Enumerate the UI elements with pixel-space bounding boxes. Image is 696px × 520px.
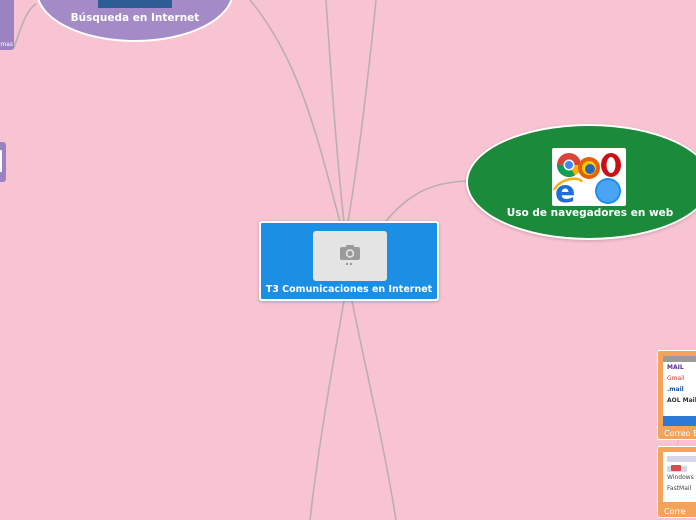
provider-line: Gmail <box>667 375 685 382</box>
connector-down-left <box>309 300 345 520</box>
connector-up-left <box>325 0 345 223</box>
connector-search <box>249 0 341 223</box>
opera-logo-icon <box>601 153 621 177</box>
provider-line: AOL Mail <box>667 397 696 404</box>
provider-line: MAIL <box>667 364 684 371</box>
connector-down-right <box>351 300 397 520</box>
connector-left-card <box>13 3 37 49</box>
client-line: FastMail <box>667 485 692 492</box>
firefox-logo-icon <box>578 157 600 179</box>
client-line: Windows <box>667 474 694 481</box>
topic-correo-2[interactable]: Windows FastMail Corre <box>657 446 696 518</box>
mail-clients-image: Windows FastMail <box>663 452 696 502</box>
mail-providers-image: MAIL Gmail .mail AOL Mail <box>663 356 696 426</box>
connector-browsers <box>385 180 469 222</box>
chrome-logo-icon <box>557 153 581 178</box>
connector-up-right <box>347 0 377 223</box>
topic-caption: Correo E <box>664 429 696 438</box>
search-topic-image <box>98 0 172 8</box>
topic-uso-navegadores[interactable]: e Uso de navegadores en web <box>466 124 696 240</box>
camera-icon <box>340 245 360 265</box>
left-small-image <box>0 150 2 172</box>
browser-logos-image: e <box>552 148 626 210</box>
topic-label: Uso de navegadores en web <box>506 207 674 219</box>
central-topic-title: T3 Comunicaciones en Internet <box>265 284 433 295</box>
image-placeholder <box>313 231 387 281</box>
left-partial-label: mas <box>0 41 13 48</box>
provider-line: .mail <box>667 386 684 393</box>
topic-label: Búsqueda en Internet <box>70 12 200 24</box>
safari-logo-icon <box>595 178 621 204</box>
central-topic[interactable]: T3 Comunicaciones en Internet <box>259 221 439 301</box>
topic-correo-electronico[interactable]: MAIL Gmail .mail AOL Mail Correo E <box>657 350 696 440</box>
topic-caption: Corre <box>664 507 686 516</box>
left-small-node[interactable] <box>0 142 6 182</box>
ie-logo-icon: e <box>552 175 584 210</box>
left-partial-node[interactable]: mas <box>0 0 14 50</box>
